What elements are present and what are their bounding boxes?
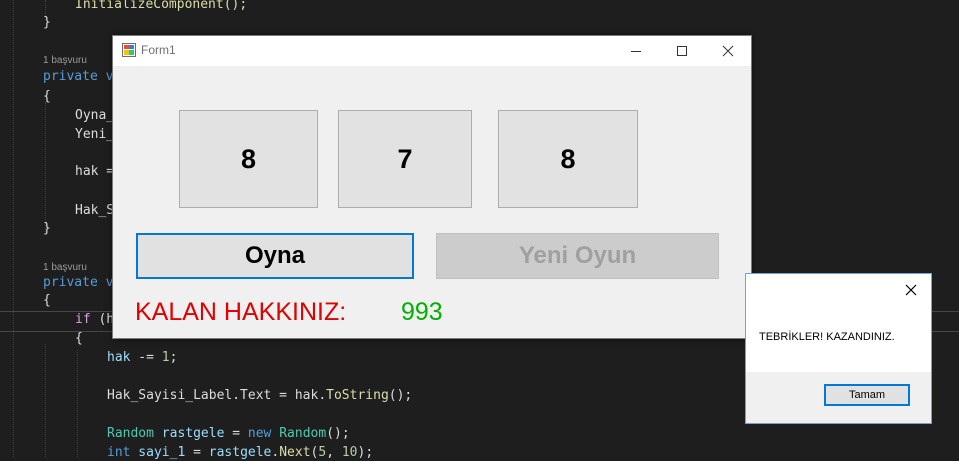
maximize-button[interactable] [659,36,705,66]
number-slot-3: 8 [498,110,638,208]
window-title: Form1 [141,43,176,57]
ok-button[interactable]: Tamam [824,384,910,406]
code-line: hak -= 1; [107,350,178,365]
message-close-button[interactable] [896,280,926,300]
code-line: if (h [75,312,115,327]
close-button[interactable] [705,36,751,66]
code-line: { [43,293,51,308]
code-line: Hak_S [75,203,115,218]
remaining-label: KALAN HAKKINIZ: [135,298,347,326]
app-icon [122,43,136,57]
code-line: private v [43,275,114,290]
code-line: int sayi_1 = rastgele.Next(5, 10); [107,445,374,460]
code-line: Random rastgele = new Random(); [107,426,350,441]
code-line: } [43,15,51,30]
play-button[interactable]: Oyna [136,233,414,279]
code-line: Oyna_ [75,108,115,123]
message-footer: Tamam [746,372,931,423]
remaining-value: 993 [401,298,443,326]
code-line: { [75,331,83,346]
message-text: TEBRİKLER! KAZANDINIZ. [759,331,895,343]
title-bar[interactable]: Form1 [113,36,751,66]
form1-window[interactable]: Form1 8 7 8 Oyna Yeni Oyun KALAN HAKKINI… [112,35,752,339]
number-slot-1: 8 [179,110,318,208]
close-icon [905,284,917,296]
code-line: private v [43,69,114,84]
reference-count[interactable]: 1 başvuru [43,55,87,67]
new-game-button[interactable]: Yeni Oyun [436,233,719,279]
code-line: InitializeComponent(); [75,0,248,12]
number-slot-2: 7 [338,110,472,208]
code-line: Hak_Sayisi_Label.Text = hak.ToString(); [107,388,413,403]
minimize-icon [631,51,641,52]
message-box[interactable]: TEBRİKLER! KAZANDINIZ. Tamam [745,273,932,424]
maximize-icon [677,46,687,56]
code-line: } [43,221,51,236]
close-icon [722,45,734,57]
code-line: Yeni_ [75,127,115,142]
code-line: hak = [75,164,115,179]
reference-count[interactable]: 1 başvuru [43,262,87,274]
code-line: { [43,89,51,104]
minimize-button[interactable] [613,36,659,66]
